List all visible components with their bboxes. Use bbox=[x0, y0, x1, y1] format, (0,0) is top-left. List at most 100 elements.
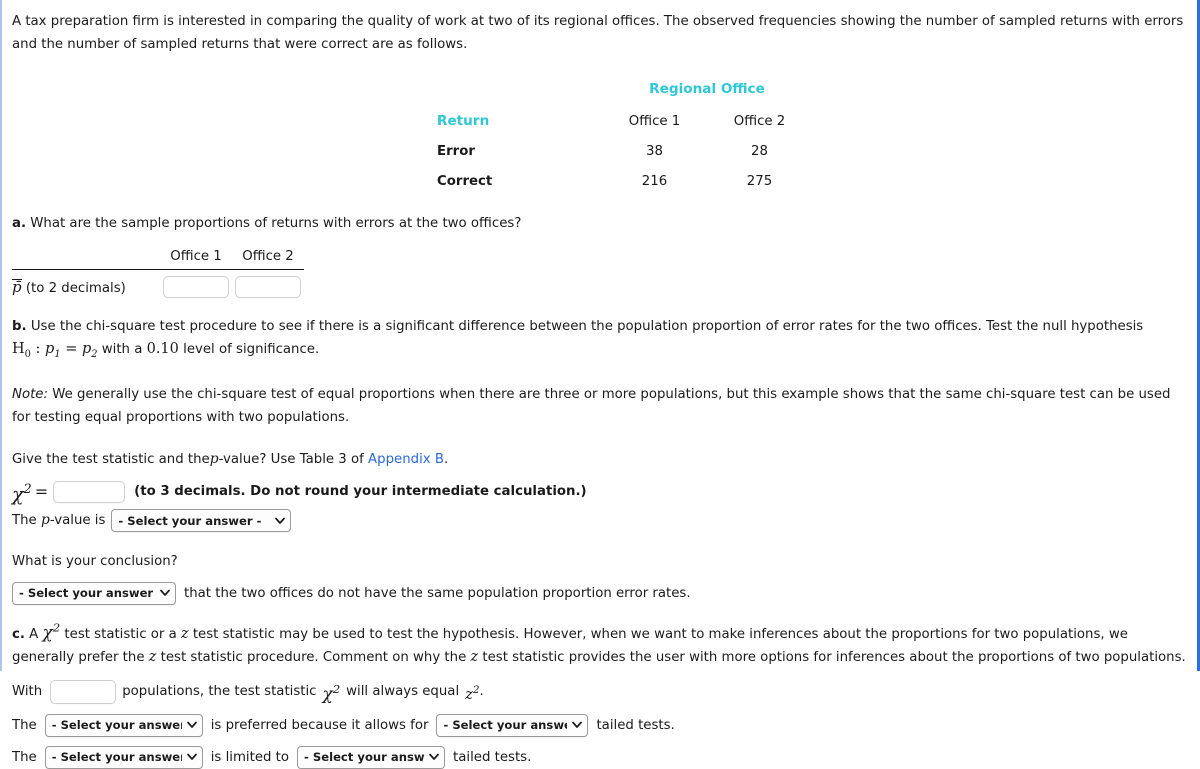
cell-correct-office-2: 275 bbox=[746, 173, 773, 189]
limited-mid-text: is limited to bbox=[210, 749, 290, 765]
p-bar-symbol: p̄ bbox=[12, 277, 22, 296]
populations-count-input[interactable] bbox=[50, 680, 117, 705]
part-b-after-math-2: level of significance. bbox=[183, 342, 320, 357]
p-value-suffix: -value is bbox=[49, 513, 106, 529]
give-suffix: . bbox=[444, 451, 449, 467]
cell-error-office-1: 38 bbox=[646, 143, 663, 159]
cell-correct-office-1: 216 bbox=[641, 173, 668, 189]
row-label-correct: Correct bbox=[437, 173, 493, 189]
note-text: We generally use the chi-square test of … bbox=[12, 386, 1171, 425]
conclusion-question: What is your conclusion? bbox=[12, 553, 178, 569]
regional-office-group-header: Regional Office bbox=[649, 81, 765, 97]
chi-exponent: 2 bbox=[23, 481, 32, 497]
conclusion-after-text: that the two offices do not have the sam… bbox=[184, 585, 691, 601]
chi-glyph: χ bbox=[12, 483, 24, 506]
hypothesis-p2-subscript: 2 bbox=[91, 348, 98, 360]
with-mid-text: populations, the test statistic bbox=[122, 684, 317, 700]
hypothesis-colon: : bbox=[30, 341, 46, 357]
part-b-text: Use the chi-square test procedure to see… bbox=[30, 319, 1144, 334]
proportion-column-header-office-1: Office 1 bbox=[160, 249, 232, 270]
with-mid-text-2: will always equal bbox=[346, 684, 460, 700]
give-test-statistic-paragraph: Give the test statistic and thep-value? … bbox=[12, 448, 1187, 471]
p-value-select[interactable]: - Select your answer - bbox=[111, 509, 292, 533]
table-group-header-row: Regional Office bbox=[437, 74, 812, 106]
part-c-question: c. A χ2 test statistic or a z test stati… bbox=[12, 620, 1187, 669]
hypothesis-p2: p bbox=[81, 341, 92, 357]
spacer-cell bbox=[437, 74, 602, 106]
part-c-z-symbol-2: z bbox=[148, 648, 157, 665]
with-populations-line: With populations, the test statistic χ2 … bbox=[12, 680, 1187, 705]
preferred-statistic-line: The - Select your answer - is preferred … bbox=[12, 713, 1187, 737]
preferred-tails-select[interactable]: - Select your answer - bbox=[436, 713, 589, 737]
chi-glyph: χ bbox=[42, 622, 53, 643]
appendix-b-link[interactable]: Appendix B bbox=[368, 452, 444, 467]
p-value-lead: The p-value is bbox=[12, 509, 105, 532]
proportion-input-office-1[interactable] bbox=[163, 276, 229, 298]
part-c-chi-symbol: χ2 bbox=[42, 620, 61, 643]
null-hypothesis-expression: H0 : p1 = p2 bbox=[12, 341, 98, 360]
p-value-p-symbol: p bbox=[40, 512, 50, 529]
observed-frequency-table-wrapper: Regional Office Return Office 1 Office 2… bbox=[12, 74, 1187, 196]
exercise-content: A tax preparation firm is interested in … bbox=[2, 0, 1197, 769]
p-value-prefix: The bbox=[12, 513, 37, 529]
proportion-answer-table: Office 1 Office 2 p̄ (to 2 decimals) bbox=[12, 249, 304, 298]
intro-paragraph: A tax preparation firm is interested in … bbox=[12, 14, 1184, 52]
part-c-z-symbol-3: z bbox=[470, 648, 479, 665]
chi-square-answer-line: χ2 = (to 3 decimals. Do not round your i… bbox=[12, 480, 1187, 504]
proportion-input-row: p̄ (to 2 decimals) bbox=[12, 270, 304, 299]
chi-glyph: χ bbox=[322, 685, 333, 706]
cell-error-office-2: 28 bbox=[751, 143, 768, 159]
limited-tails-select-wrapper: - Select your answer - bbox=[297, 745, 446, 769]
p-value-select-wrapper: - Select your answer - bbox=[111, 509, 292, 533]
significance-level: 0.10 bbox=[146, 341, 179, 357]
hypothesis-equals: = bbox=[60, 341, 82, 357]
proportion-label-spacer bbox=[12, 249, 160, 270]
with-prefix: With bbox=[12, 684, 43, 700]
conclusion-answer-line: - Select your answer - that the two offi… bbox=[12, 581, 1187, 605]
limited-tail-text: tailed tests. bbox=[453, 749, 532, 765]
hypothesis-p1: p bbox=[45, 341, 55, 357]
part-b-question: b. Use the chi-square test procedure to … bbox=[12, 315, 1187, 366]
part-a-question: a. What are the sample proportions of re… bbox=[12, 212, 1187, 235]
preferred-mid-text: is preferred because it allows for bbox=[210, 717, 429, 733]
hypothesis-H: H bbox=[12, 341, 25, 357]
proportion-row-label-text: (to 2 decimals) bbox=[25, 280, 126, 296]
chi-square-hint: (to 3 decimals. Do not round your interm… bbox=[134, 484, 587, 500]
conclusion-select[interactable]: - Select your answer - bbox=[12, 581, 176, 605]
part-c-text-5: test statistic provides the user with mo… bbox=[482, 649, 1186, 665]
part-a-question-text: What are the sample proportions of retur… bbox=[30, 216, 522, 231]
limited-the-label: The bbox=[12, 749, 37, 765]
note-paragraph: Note: We generally use the chi-square te… bbox=[12, 383, 1187, 429]
limited-tails-select[interactable]: - Select your answer - bbox=[297, 745, 446, 769]
chi-square-value-input[interactable] bbox=[53, 481, 126, 504]
proportion-column-header-office-2: Office 2 bbox=[232, 249, 304, 270]
chi-exponent: 2 bbox=[332, 682, 341, 697]
preferred-statistic-select[interactable]: - Select your answer - bbox=[44, 713, 203, 737]
preferred-statistic-select-wrapper: - Select your answer - bbox=[44, 713, 203, 737]
part-c-marker: c. bbox=[12, 626, 25, 642]
with-chi-symbol: χ2 bbox=[323, 684, 341, 704]
table-column-header-row: Return Office 1 Office 2 bbox=[437, 106, 812, 136]
chi-exponent: 2 bbox=[52, 620, 61, 635]
p-italic-symbol: p bbox=[209, 450, 219, 467]
limited-statistic-line: The - Select your answer - is limited to… bbox=[12, 745, 1187, 769]
proportion-input-cell-office-1 bbox=[160, 270, 232, 298]
proportion-input-office-2[interactable] bbox=[235, 276, 301, 298]
table-row: Error 38 28 bbox=[437, 136, 812, 166]
part-c-text-4: test statistic procedure. Comment on why… bbox=[160, 649, 467, 665]
p-value-line: The p-value is - Select your answer - bbox=[12, 509, 1187, 533]
limited-statistic-select[interactable]: - Select your answer - bbox=[44, 745, 203, 769]
with-period: . bbox=[479, 684, 484, 700]
give-mid: -value? Use Table 3 of bbox=[218, 451, 364, 467]
chi-square-symbol: χ2 bbox=[12, 480, 32, 504]
proportion-row-label: p̄ (to 2 decimals) bbox=[12, 270, 160, 299]
row-label-error: Error bbox=[437, 143, 475, 159]
preferred-tails-select-wrapper: - Select your answer - bbox=[436, 713, 589, 737]
return-row-header: Return bbox=[437, 113, 490, 129]
proportion-header-row: Office 1 Office 2 bbox=[12, 249, 304, 270]
part-b-marker: b. bbox=[12, 319, 27, 334]
conclusion-select-wrapper: - Select your answer - bbox=[12, 581, 176, 605]
with-z-symbol: z2 bbox=[465, 680, 479, 705]
chi-equals-sign: = bbox=[34, 482, 49, 502]
observed-frequency-table: Regional Office Return Office 1 Office 2… bbox=[437, 74, 812, 196]
